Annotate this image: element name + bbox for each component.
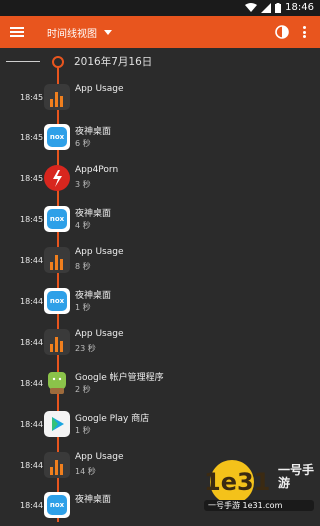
entry-duration: 4 秒 xyxy=(75,221,91,230)
nox-icon: nox xyxy=(44,492,70,518)
timeline-entry[interactable]: 18:45 nox 夜神桌面 6 秒 xyxy=(0,120,320,158)
app-usage-icon xyxy=(44,247,70,273)
site-watermark-logo: 1e31 一号手游 1e31.com 一号手游 xyxy=(194,456,318,512)
watermark-brand: 一号手游 xyxy=(278,463,315,490)
chevron-down-icon xyxy=(104,30,112,35)
entry-time: 18:45 xyxy=(20,215,44,224)
entry-time: 18:44 xyxy=(20,461,44,470)
timeline-entry[interactable]: 18:44 App Usage 8 秒 xyxy=(0,243,320,281)
view-selector[interactable]: 时间线视图 xyxy=(47,25,112,40)
entry-time: 18:45 xyxy=(20,174,44,183)
entry-app-name: Google Play 商店 xyxy=(75,414,150,424)
battery-icon xyxy=(275,2,282,13)
app-usage-icon xyxy=(44,84,70,110)
entry-time: 18:45 xyxy=(20,133,44,142)
wifi-icon xyxy=(245,2,258,12)
entry-app-name: App Usage xyxy=(75,247,124,257)
entry-time: 18:44 xyxy=(20,297,44,306)
entry-time: 18:45 xyxy=(20,93,44,102)
timeline-entry[interactable]: 18:44 App Usage 23 秒 xyxy=(0,325,320,363)
more-options-icon[interactable] xyxy=(302,26,308,40)
signal-icon xyxy=(261,2,272,13)
app-usage-icon xyxy=(44,452,70,478)
timeline-entry[interactable]: 18:45 App4Porn 3 秒 xyxy=(0,161,320,199)
status-time: 18:46 xyxy=(285,2,314,13)
date-label: 2016年7月16日 xyxy=(74,56,153,68)
date-header: 2016年7月16日 xyxy=(0,54,320,70)
entry-duration: 14 秒 xyxy=(75,467,96,476)
entry-duration: 1 秒 xyxy=(75,426,91,435)
view-title: 时间线视图 xyxy=(47,29,97,40)
entry-time: 18:44 xyxy=(20,256,44,265)
entry-app-name: App Usage xyxy=(75,452,124,462)
date-divider xyxy=(6,61,40,62)
timeline-entry[interactable]: 18:44 nox 夜神桌面 1 秒 xyxy=(0,284,320,322)
entry-duration: 23 秒 xyxy=(75,344,96,353)
timeline-entry[interactable]: 18:44 Google Play 商店 1 秒 xyxy=(0,407,320,445)
entry-time: 18:44 xyxy=(20,338,44,347)
timeline-entry[interactable]: 18:44 Google 帐户管理程序 2 秒 xyxy=(0,366,320,404)
app-usage-icon xyxy=(44,329,70,355)
nox-icon: nox xyxy=(44,288,70,314)
entry-app-name: Google 帐户管理程序 xyxy=(75,373,164,383)
timeline-entry[interactable]: 18:45 App Usage xyxy=(0,80,320,118)
entry-duration: 8 秒 xyxy=(75,262,91,271)
android-icon xyxy=(44,370,70,396)
status-bar: 18:46 xyxy=(0,0,320,16)
entry-app-name: App Usage xyxy=(75,329,124,339)
menu-icon[interactable] xyxy=(10,25,24,39)
app4porn-icon xyxy=(44,165,70,191)
entry-duration: 6 秒 xyxy=(75,139,91,148)
entry-app-name: 夜神桌面 xyxy=(75,127,112,137)
entry-app-name: App Usage xyxy=(75,84,124,94)
status-icons: 18:46 xyxy=(245,2,314,13)
theme-toggle-icon[interactable] xyxy=(274,24,290,40)
entry-app-name: 夜神桌面 xyxy=(75,291,112,301)
entry-app-name: 夜神桌面 xyxy=(75,495,112,505)
nox-icon: nox xyxy=(44,206,70,232)
nox-icon: nox xyxy=(44,124,70,150)
entry-time: 18:44 xyxy=(20,501,44,510)
entry-app-name: App4Porn xyxy=(75,165,119,175)
play-store-icon xyxy=(44,411,70,437)
entry-time: 18:44 xyxy=(20,420,44,429)
watermark-site: 一号手游 1e31.com xyxy=(208,501,283,510)
app-bar: 时间线视图 xyxy=(0,16,320,48)
entry-duration: 3 秒 xyxy=(75,180,91,189)
entry-app-name: 夜神桌面 xyxy=(75,209,112,219)
entry-duration: 1 秒 xyxy=(75,303,91,312)
timeline-start-dot xyxy=(52,56,64,68)
svg-text:1e31: 1e31 xyxy=(204,468,270,496)
timeline-entry[interactable]: 18:45 nox 夜神桌面 4 秒 xyxy=(0,202,320,240)
entry-duration: 2 秒 xyxy=(75,385,91,394)
entry-time: 18:44 xyxy=(20,379,44,388)
